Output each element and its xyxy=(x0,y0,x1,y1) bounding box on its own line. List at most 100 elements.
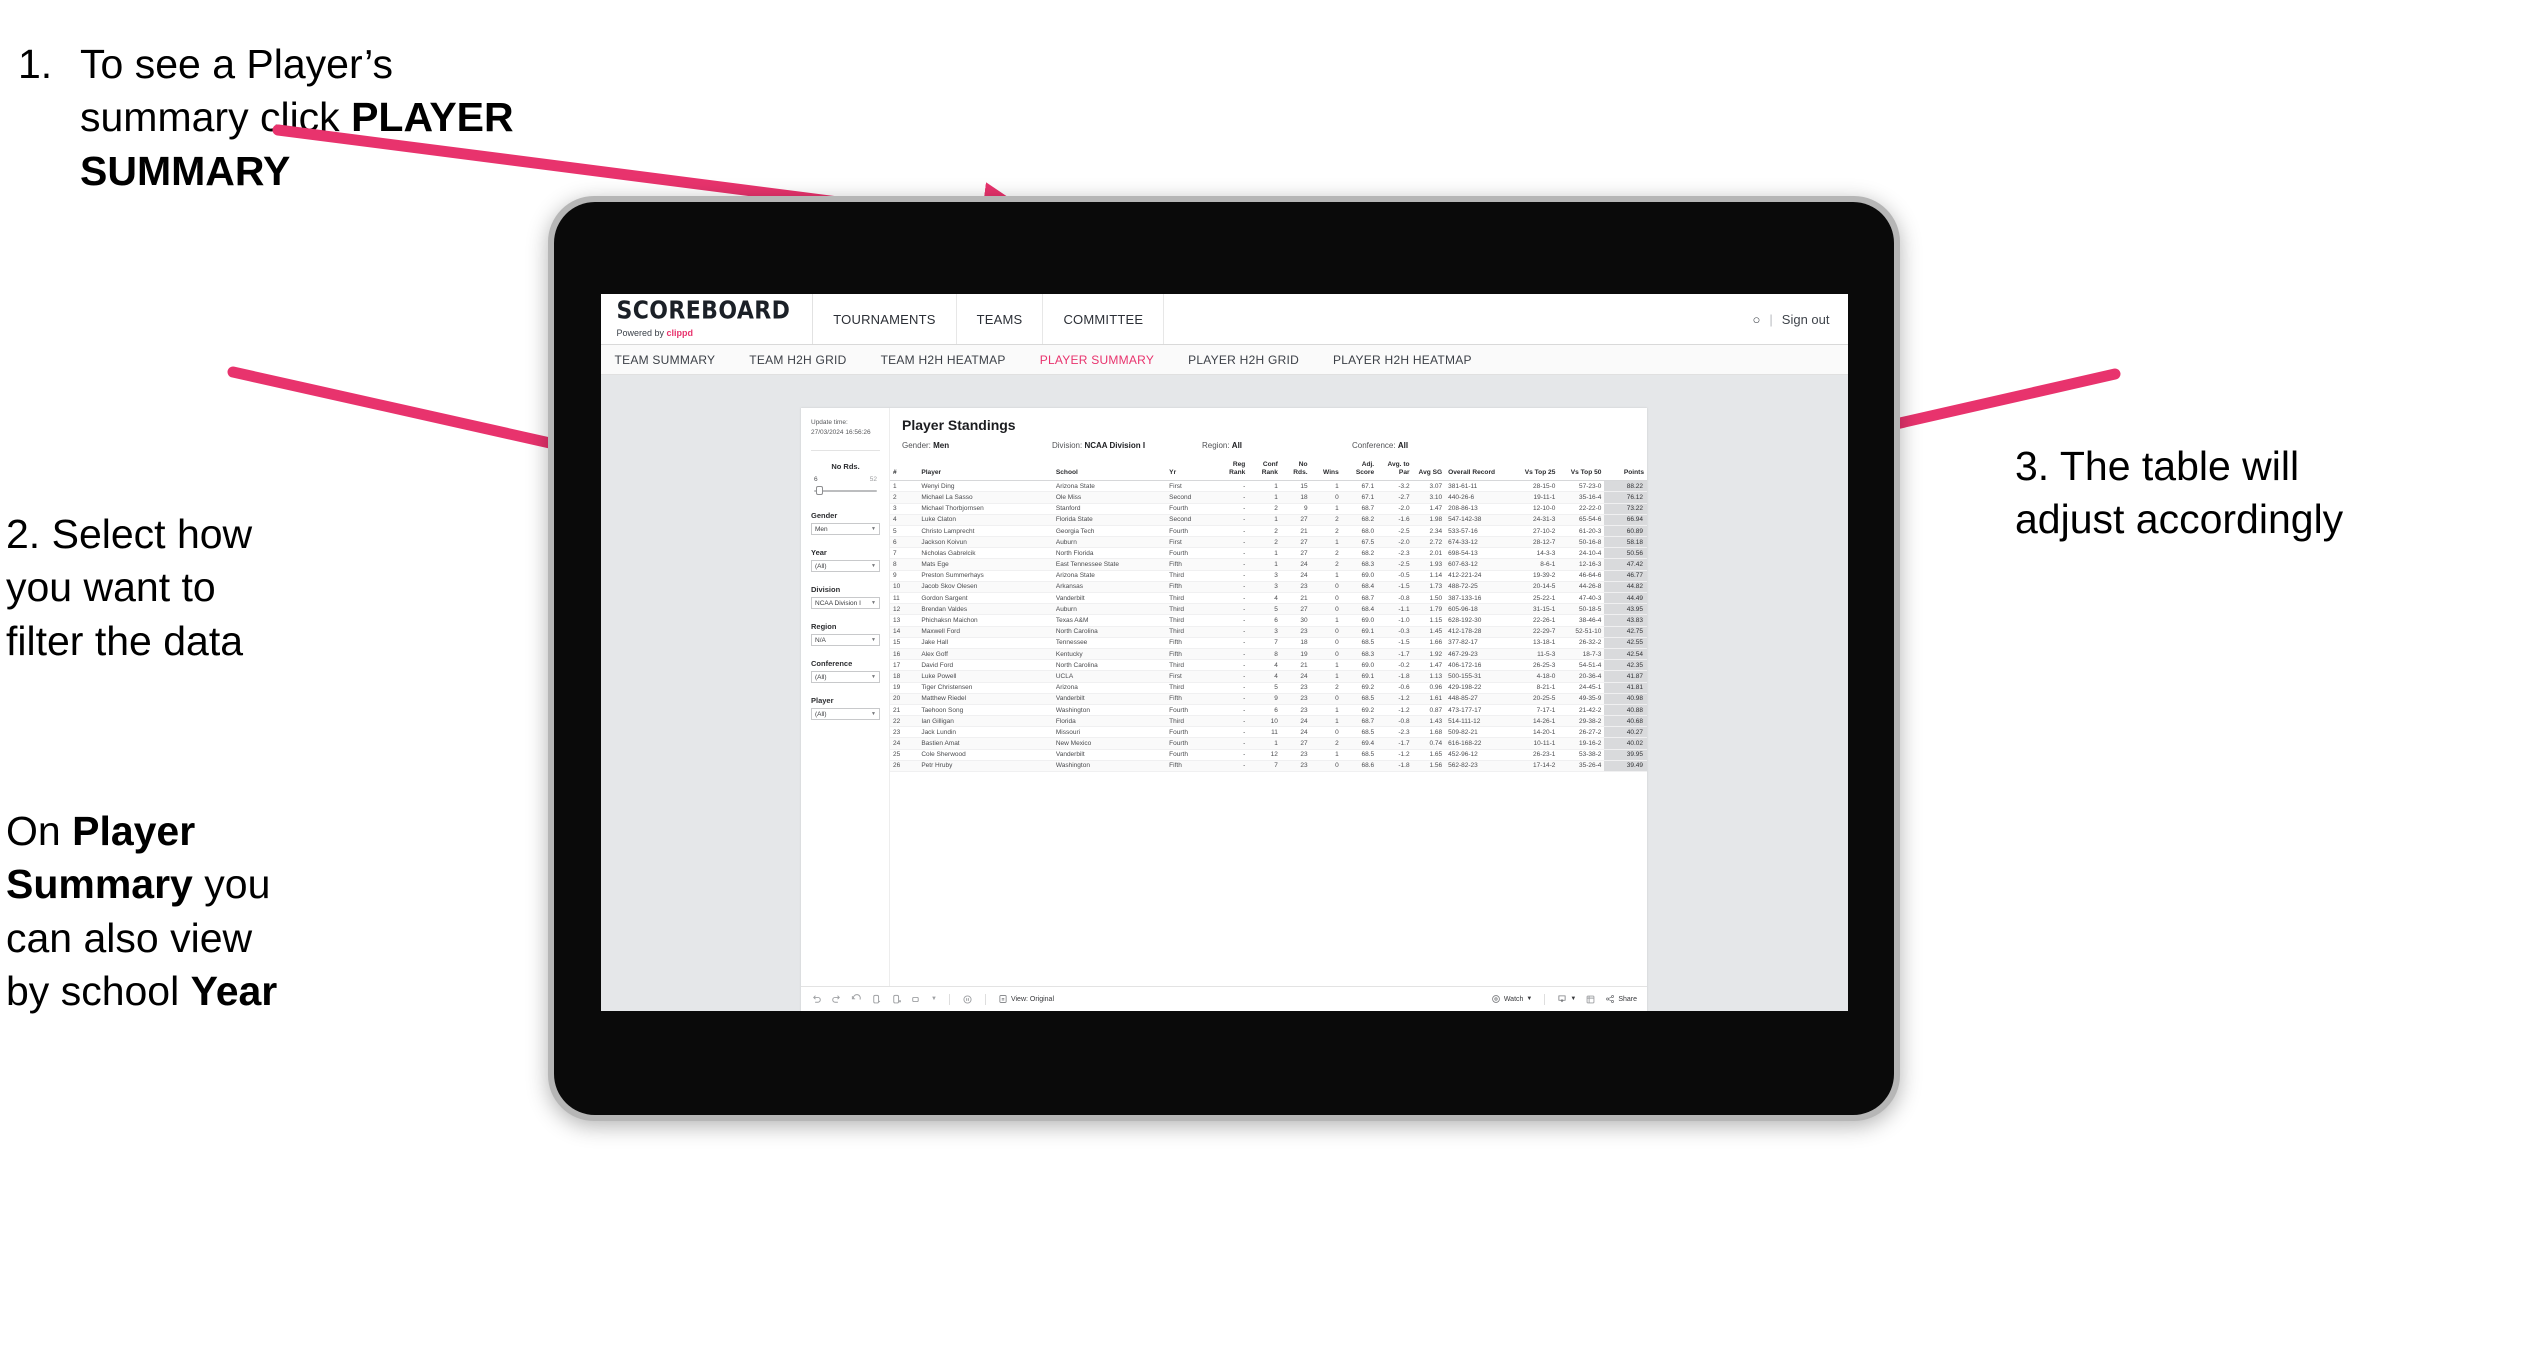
cell-points: 40.88 xyxy=(1604,704,1647,717)
callout-2-line2: you want to xyxy=(6,564,216,611)
table-row[interactable]: 19 Tiger Christensen Arizona Third -5 23 2 69.2… xyxy=(890,682,1647,694)
filter-division-select[interactable]: NCAA Division I ▼ xyxy=(811,597,880,610)
table-row[interactable]: 21 Taehoon Song Washington Fourth -6 23 1 69.2-… xyxy=(890,704,1647,717)
col-overall-record[interactable]: Overall Record xyxy=(1445,458,1513,482)
slider-handle[interactable] xyxy=(816,486,823,496)
cell-no-rds: 24 xyxy=(1280,715,1311,728)
watch-button[interactable]: Watch ▼ xyxy=(1491,994,1532,1004)
cell-vs-top-25: 8-21-1 xyxy=(1512,682,1559,694)
cell-vs-top-50: 65-54-6 xyxy=(1558,514,1605,526)
col-school[interactable]: School xyxy=(1052,458,1167,482)
col-avg-sg[interactable]: Avg SG xyxy=(1412,458,1446,482)
tab-player-h2h-grid[interactable]: PLAYER H2H GRID xyxy=(1188,353,1299,367)
col-vs-top-25[interactable]: Vs Top 25 xyxy=(1512,458,1559,482)
table-row[interactable]: 4 Luke Claton Florida State Second -1 27 2 68.2… xyxy=(890,514,1647,526)
col-conf-rank[interactable]: Conf Rank xyxy=(1248,458,1281,482)
chevron-down-icon[interactable]: ▼ xyxy=(931,996,937,1002)
undo-icon[interactable] xyxy=(811,994,822,1005)
nav-teams[interactable]: TEAMS xyxy=(957,294,1044,344)
tab-player-h2h-heatmap[interactable]: PLAYER H2H HEATMAP xyxy=(1333,353,1472,367)
filter-year-label: Year xyxy=(811,548,827,558)
fullscreen-icon[interactable] xyxy=(1585,994,1596,1005)
table-row[interactable]: 16 Alex Goff Kentucky Fifth -8 19 0 68.3 -1.7 1.9… xyxy=(890,648,1647,661)
nav-committee[interactable]: COMMITTEE xyxy=(1043,294,1165,344)
col-points[interactable]: Points xyxy=(1604,458,1647,482)
no-rounds-slider[interactable]: No Rds. 6 52 xyxy=(811,462,880,496)
col-avg-to-par[interactable]: Avg. to Par xyxy=(1377,458,1413,482)
table-row[interactable]: 5 Christo Lamprecht Georgia Tech Fourth -2 21… xyxy=(890,525,1647,538)
brand-wordmark: SCOREBOARD xyxy=(616,296,791,325)
col-yr[interactable]: Yr xyxy=(1166,458,1216,482)
tab-team-h2h-heatmap[interactable]: TEAM H2H HEATMAP xyxy=(881,353,1006,367)
tab-team-h2h-grid[interactable]: TEAM H2H GRID xyxy=(749,353,846,367)
table-row[interactable]: 11 Gordon Sargent Vanderbilt Third -4 21 0 68.7… xyxy=(890,592,1647,605)
tab-player-summary[interactable]: PLAYER SUMMARY xyxy=(1040,353,1154,367)
tab-team-summary[interactable]: TEAM SUMMARY xyxy=(615,353,716,367)
cell-avg-to-par: -1.8 xyxy=(1377,670,1413,683)
col-rank[interactable]: # xyxy=(890,458,919,482)
col-player[interactable]: Player xyxy=(918,458,1053,482)
cell-vs-top-25: 20-25-5 xyxy=(1512,693,1559,705)
col-no-rds[interactable]: No Rds. xyxy=(1280,458,1311,482)
col-reg-rank[interactable]: Reg Rank xyxy=(1215,458,1249,482)
table-row[interactable]: 22 Ian Gilligan Florida Third -10 24 1 68.7 -0.8… xyxy=(890,715,1647,728)
table-row[interactable]: 10 Jacob Skov Olesen Arkansas Fifth -3 23 0 68.… xyxy=(890,581,1647,594)
view-original-button[interactable]: View: Original xyxy=(998,994,1054,1004)
table-row[interactable]: 24 Bastien Amat New Mexico Fourth -1 27 2 69.4-… xyxy=(890,737,1647,750)
table-row[interactable]: 23 Jack Lundin Missouri Fourth -11 24 0 68.5 -2.… xyxy=(890,726,1647,739)
table-row[interactable]: 9 Preston Summerhays Arizona State Third -3 2… xyxy=(890,570,1647,582)
download-button[interactable]: ▼ xyxy=(1557,994,1576,1004)
pause-auto-updates-icon[interactable] xyxy=(962,994,973,1005)
table-row[interactable]: 15 Jake Hall Tennessee Fifth -7 18 0 68.5 -1.5 1.… xyxy=(890,637,1647,649)
cell-vs-top-50: 20-36-4 xyxy=(1558,670,1605,683)
table-row[interactable]: 3 Michael Thorbjornsen Stanford Fourth -2 9 1 6… xyxy=(890,503,1647,515)
cell-wins: 2 xyxy=(1310,558,1342,571)
filter-region-select[interactable]: N/A ▼ xyxy=(811,634,880,647)
share-button[interactable]: Share xyxy=(1605,994,1637,1004)
table-row[interactable]: 25 Cole Sherwood Vanderbilt Fourth -12 23 1 68.… xyxy=(890,749,1647,761)
filter-player-select[interactable]: (All) ▼ xyxy=(811,708,880,721)
table-row[interactable]: 26 Petr Hruby Washington Fifth -7 23 0 68.6 -1.8… xyxy=(890,760,1647,773)
table-row[interactable]: 1 Wenyi Ding Arizona State First -1 15 1 67.1 -3… xyxy=(890,480,1647,493)
revert-icon[interactable] xyxy=(851,993,862,1005)
slider-track[interactable] xyxy=(814,486,877,496)
table-row[interactable]: 2 Michael La Sasso Ole Miss Second -1 18 0 67.1… xyxy=(890,491,1647,504)
pause-icon[interactable] xyxy=(891,994,902,1005)
cell-school: Georgia Tech xyxy=(1052,525,1167,538)
cell-avg-to-par: -0.8 xyxy=(1377,715,1413,728)
table-row[interactable]: 8 Mats Ege East Tennessee State Fifth -1 24 2 6… xyxy=(890,558,1647,571)
table-row[interactable]: 7 Nicholas Gabrelcik North Florida Fourth -1… xyxy=(890,547,1647,560)
filter-conference-select[interactable]: (All) ▼ xyxy=(811,671,880,684)
cell-no-rds: 9 xyxy=(1280,503,1311,515)
table-row[interactable]: 13 Phichaksn Maichon Texas A&M Third -6 30 1 69… xyxy=(890,614,1647,627)
filter-region-value: N/A xyxy=(815,636,826,644)
redo-icon[interactable] xyxy=(831,994,842,1005)
table-row[interactable]: 20 Matthew Riedel Vanderbilt Fifth -9 23 0 68.5… xyxy=(890,693,1647,705)
table-row[interactable]: 6 Jackson Koivun Auburn First -2 27 1 67.5 -2.0 2… xyxy=(890,536,1647,549)
cell-no-rds: 23 xyxy=(1280,581,1311,594)
filter-gender-select[interactable]: Men ▼ xyxy=(811,523,880,536)
sign-out-link[interactable]: Sign out xyxy=(1782,312,1830,327)
cell-wins: 2 xyxy=(1310,547,1342,560)
table-row[interactable]: 14 Maxwell Ford North Carolina Third -3 23 0 69… xyxy=(890,626,1647,638)
table-row[interactable]: 18 Luke Powell UCLA First -4 24 1 69.1 -1.8 1.13 5… xyxy=(890,670,1647,683)
col-adj-score[interactable]: Adj. Score xyxy=(1341,458,1378,482)
cell-player: Taehoon Song xyxy=(918,704,1053,717)
col-vs-top-50[interactable]: Vs Top 50 xyxy=(1558,458,1605,482)
cell-overall-record: 616-168-22 xyxy=(1445,737,1513,750)
cell-overall-record: 406-172-16 xyxy=(1445,659,1513,672)
filter-year-select[interactable]: (All) ▼ xyxy=(811,560,880,573)
user-icon[interactable]: ○ xyxy=(1753,312,1761,327)
cell-reg-rank: - xyxy=(1215,670,1249,683)
col-wins[interactable]: Wins xyxy=(1310,458,1342,482)
nav-tournaments[interactable]: TOURNAMENTS xyxy=(813,294,957,344)
cell-adj-score: 68.5 xyxy=(1341,726,1378,739)
player-standings-table: # Player School Yr Reg Rank Conf Rank No… xyxy=(890,458,1647,773)
rectangle-select-icon[interactable] xyxy=(911,994,922,1005)
table-row[interactable]: 17 David Ford North Carolina Third -4 21 1 69.0… xyxy=(890,659,1647,672)
cell-yr: First xyxy=(1166,536,1216,549)
cell-vs-top-25: 28-12-7 xyxy=(1512,536,1559,549)
table-row[interactable]: 12 Brendan Valdes Auburn Third -5 27 0 68.4 -1.1… xyxy=(890,603,1647,616)
refresh-icon[interactable] xyxy=(871,994,882,1005)
cell-reg-rank: - xyxy=(1215,525,1249,538)
